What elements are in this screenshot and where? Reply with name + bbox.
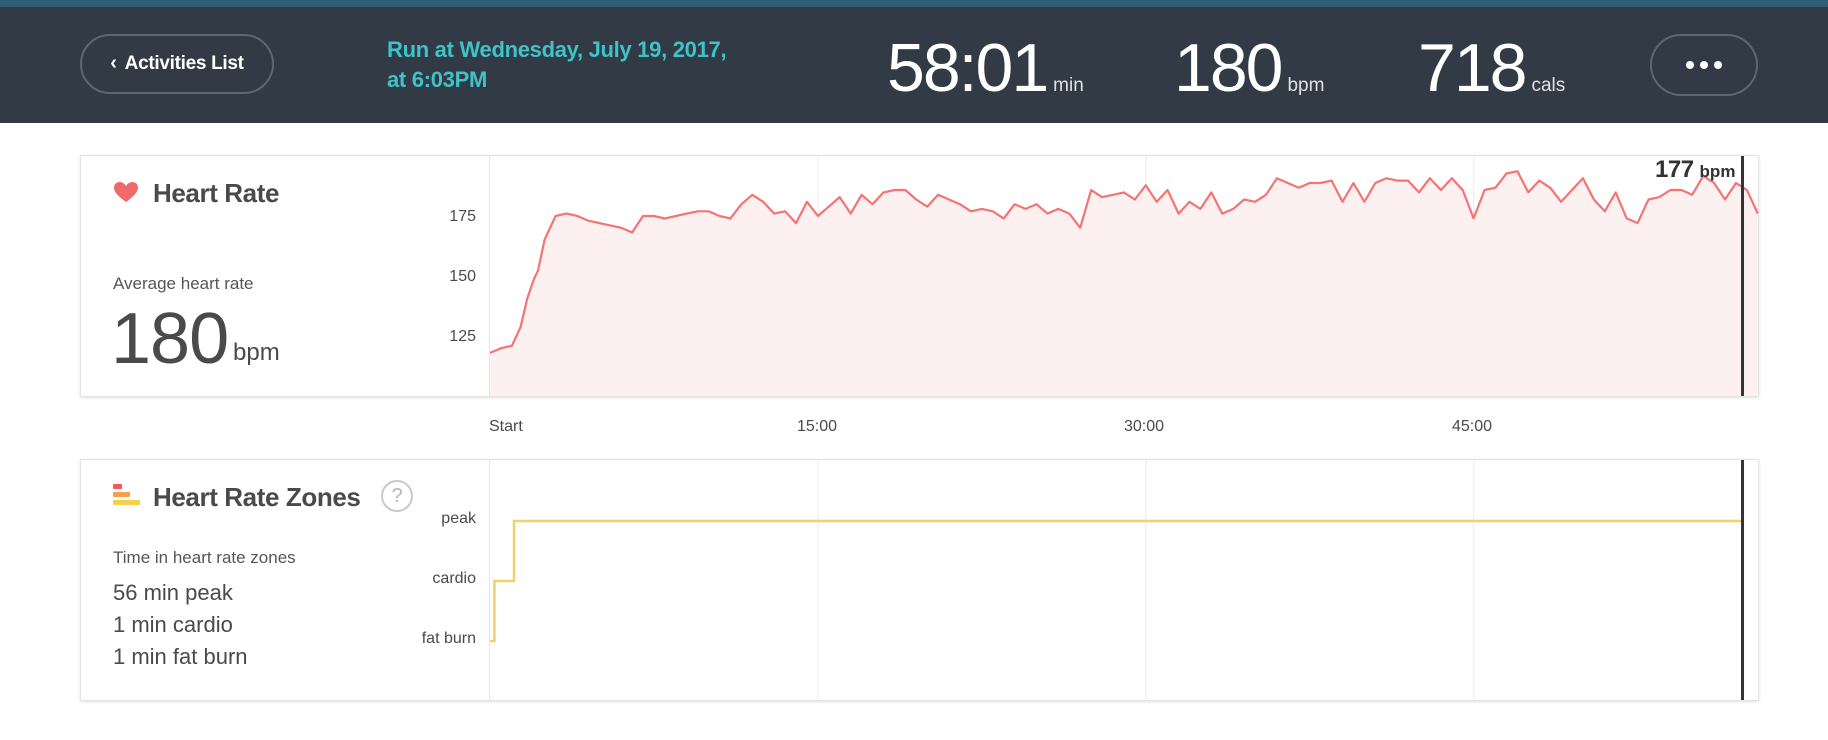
activity-title: Run at Wednesday, July 19, 2017, at 6:03… [387, 35, 807, 95]
more-dot-icon [1700, 61, 1708, 69]
bpm-unit: bpm [1287, 75, 1325, 96]
heart-rate-chart[interactable] [489, 156, 1760, 396]
heart-rate-card: Heart Rate Average heart rate 180 bpm 17… [80, 155, 1759, 397]
zone-axis-label: peak [441, 510, 476, 527]
heart-rate-zones-title: Heart Rate Zones [153, 482, 361, 512]
time-in-zones-label: Time in heart rate zones [113, 548, 296, 567]
y-tick-label: 125 [449, 328, 476, 345]
calories-stat: 718 cals [1418, 29, 1565, 107]
chevron-left-icon: ‹ [110, 52, 117, 74]
back-button-label: Activities List [124, 53, 244, 74]
heart-rate-area [490, 171, 1758, 396]
heart-icon [114, 182, 138, 202]
duration-stat: 58:01 min [887, 29, 1084, 107]
zone-summary-fat-burn: 1 min fat burn [113, 644, 248, 669]
zones-chart-svg [490, 460, 1745, 700]
duration-unit: min [1053, 75, 1084, 96]
activity-header: ‹ Activities List Run at Wednesday, July… [0, 7, 1828, 123]
x-tick-label: 45:00 [1452, 418, 1493, 435]
zone-line [490, 519, 1743, 643]
activity-title-line2: at 6:03PM [387, 67, 488, 92]
more-dot-icon [1714, 61, 1722, 69]
duration-value: 58:01 [887, 30, 1049, 106]
zones-bars-icon [113, 484, 140, 505]
more-dot-icon [1686, 61, 1694, 69]
x-tick-label: 15:00 [797, 418, 838, 435]
y-tick-label: 150 [449, 268, 476, 285]
help-icon[interactable]: ? [381, 480, 413, 512]
top-accent-strip [0, 0, 1828, 7]
x-tick-label: 30:00 [1124, 418, 1165, 435]
y-tick-label: 175 [449, 208, 476, 225]
heart-rate-chart-svg [490, 156, 1759, 396]
heart-rate-title: Heart Rate [153, 178, 280, 208]
heart-rate-zones-chart[interactable] [489, 460, 1760, 700]
average-heart-rate-unit: bpm [233, 339, 280, 366]
average-heart-rate-value: 180 [111, 299, 229, 379]
average-heart-rate-label: Average heart rate [113, 274, 254, 293]
zone-summary-peak: 56 min peak [113, 580, 233, 605]
zone-summary-cardio: 1 min cardio [113, 612, 233, 637]
bpm-stat: 180 bpm [1174, 29, 1324, 107]
calories-unit: cals [1531, 75, 1566, 96]
zone-axis-label: fat burn [421, 630, 476, 647]
cursor-readout: 177 bpm [1655, 156, 1735, 184]
calories-value: 718 [1418, 30, 1527, 106]
activities-list-button[interactable]: ‹ Activities List [80, 34, 274, 94]
zone-axis-label: cardio [432, 570, 476, 587]
activity-title-line1: Run at Wednesday, July 19, 2017, [387, 37, 727, 62]
heart-rate-zones-card: Heart Rate Zones ? Time in heart rate zo… [80, 459, 1759, 701]
x-tick-label: Start [489, 418, 523, 435]
cursor-value: 177 [1655, 156, 1694, 183]
more-options-button[interactable] [1650, 34, 1758, 96]
bpm-value: 180 [1174, 30, 1283, 106]
cursor-unit: bpm [1699, 162, 1736, 181]
